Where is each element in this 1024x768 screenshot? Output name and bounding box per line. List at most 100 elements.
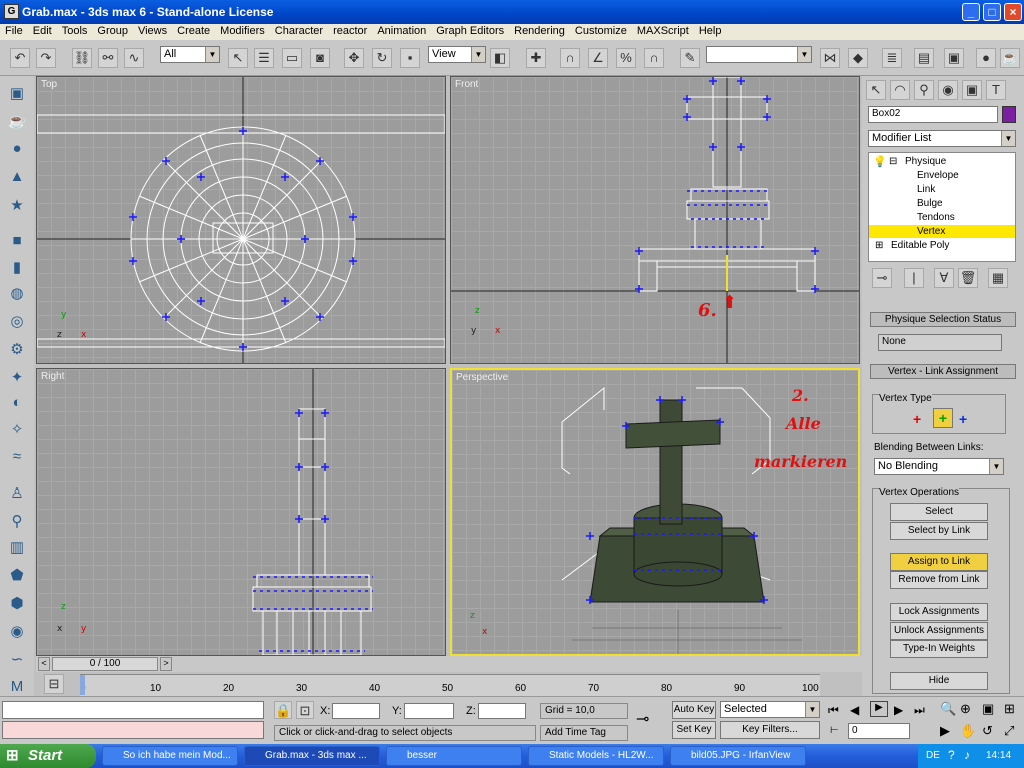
hide-button[interactable]: Hide: [890, 672, 988, 690]
display-tab-icon[interactable]: ▣: [962, 80, 982, 100]
menu-customize[interactable]: Customize: [570, 24, 632, 37]
skin-icon[interactable]: ▥: [6, 538, 28, 558]
next-key-icon[interactable]: ▶: [894, 703, 903, 717]
helper-icon[interactable]: ✧: [6, 420, 28, 440]
rotate-icon[interactable]: ↻: [372, 48, 392, 68]
undo-icon[interactable]: ↶: [10, 48, 30, 68]
select-by-link-button[interactable]: Select by Link: [890, 522, 988, 540]
menu-edit[interactable]: Edit: [28, 24, 57, 37]
rope-icon[interactable]: ∽: [6, 650, 28, 670]
menu-character[interactable]: Character: [270, 24, 328, 37]
help-icon[interactable]: ?: [948, 748, 955, 762]
maxscript-output-field[interactable]: [2, 721, 264, 739]
zoom-icon[interactable]: 🔍: [940, 701, 956, 717]
select-object-icon[interactable]: ↖: [228, 48, 248, 68]
auto-key-button[interactable]: Auto Key: [672, 701, 716, 719]
spinner-snap-icon[interactable]: ∩: [644, 48, 664, 68]
menu-rendering[interactable]: Rendering: [509, 24, 570, 37]
move-icon[interactable]: ✥: [344, 48, 364, 68]
make-unique-icon[interactable]: ∀: [934, 268, 954, 288]
root-vertex-icon[interactable]: +: [959, 411, 967, 427]
goto-start-icon[interactable]: ⏮: [828, 703, 839, 718]
cone-icon[interactable]: ▲: [6, 168, 28, 188]
viewport-right[interactable]: Right zyx: [36, 368, 446, 656]
task-forum-post[interactable]: So ich habe mein Mod...: [102, 746, 238, 766]
create-box-icon[interactable]: ▣: [6, 84, 28, 104]
scale-icon[interactable]: ▪: [400, 48, 420, 68]
task-firefox[interactable]: Static Models - HL2W...: [528, 746, 664, 766]
menu-graph-editors[interactable]: Graph Editors: [431, 24, 509, 37]
schematic-view-icon[interactable]: ▣: [944, 48, 964, 68]
blending-dropdown[interactable]: No Blending ▼: [874, 458, 1004, 475]
edit-named-selection-icon[interactable]: ✎: [680, 48, 700, 68]
reactor-icon[interactable]: ◉: [6, 622, 28, 642]
app-icon[interactable]: G: [4, 4, 19, 19]
layer-manager-icon[interactable]: ≣: [882, 48, 902, 68]
current-frame-field[interactable]: 0: [848, 723, 910, 739]
torus-icon[interactable]: ◎: [6, 312, 28, 332]
bind-space-warp-icon[interactable]: ∿: [124, 48, 144, 68]
track-bar-icon[interactable]: ⊟: [44, 674, 64, 694]
key-mode-icon[interactable]: ⊢: [830, 725, 839, 736]
zoom-extents-all-icon[interactable]: ⊞: [1004, 701, 1015, 717]
max-logo-icon[interactable]: M: [6, 678, 28, 698]
select-and-link-icon[interactable]: ⛓: [72, 48, 92, 68]
light-icon[interactable]: ✦: [6, 368, 28, 388]
menu-help[interactable]: Help: [694, 24, 727, 37]
remove-modifier-icon[interactable]: 🗑: [958, 268, 978, 288]
biped-icon[interactable]: ♙: [6, 484, 28, 504]
menu-modifiers[interactable]: Modifiers: [215, 24, 270, 37]
minimize-button[interactable]: _: [962, 3, 980, 21]
utilities-tab-icon[interactable]: T: [986, 80, 1006, 100]
menu-animation[interactable]: Animation: [372, 24, 431, 37]
start-button[interactable]: ⊞ Start: [0, 744, 96, 768]
bone-icon[interactable]: ⚲: [6, 512, 28, 532]
stack-link[interactable]: Link: [917, 184, 935, 195]
object-color-swatch[interactable]: [1002, 106, 1016, 123]
key-selection-dropdown[interactable]: Selected ▼: [720, 701, 820, 718]
menu-create[interactable]: Create: [172, 24, 215, 37]
sphere-icon[interactable]: ●: [6, 140, 28, 160]
teapot-icon[interactable]: ☕: [6, 112, 28, 132]
arc-rotate-icon[interactable]: ↺: [982, 723, 993, 739]
prev-frame-icon[interactable]: <: [38, 657, 50, 671]
menu-reactor[interactable]: reactor: [328, 24, 372, 37]
deformable-vertex-icon[interactable]: +: [933, 408, 953, 428]
language-indicator[interactable]: DE: [926, 750, 940, 761]
track-bar-ruler[interactable]: 0 10 20 30 40 50 60 70 80 90 100: [80, 674, 820, 696]
reference-coordinate-dropdown[interactable]: View ▼: [428, 46, 486, 63]
task-folder-besser[interactable]: besser: [386, 746, 522, 766]
stack-vertex[interactable]: Vertex: [917, 226, 945, 237]
close-button[interactable]: ×: [1004, 3, 1022, 21]
pivot-center-icon[interactable]: ◧: [490, 48, 510, 68]
zoom-extents-icon[interactable]: ▣: [982, 701, 994, 717]
modifier-list-dropdown[interactable]: Modifier List ▼: [868, 130, 1016, 147]
pan-icon[interactable]: ✋: [960, 723, 976, 739]
task-3dsmax[interactable]: Grab.max - 3ds max ...: [244, 746, 380, 766]
remove-from-link-button[interactable]: Remove from Link: [890, 571, 988, 589]
absolute-mode-icon[interactable]: ⊡: [296, 701, 314, 719]
y-coordinate-field[interactable]: [404, 703, 454, 719]
stack-physique[interactable]: Physique: [905, 156, 946, 167]
type-in-weights-button[interactable]: Type-In Weights: [890, 640, 988, 658]
time-slider-thumb[interactable]: 0 / 100: [52, 657, 158, 671]
show-end-result-icon[interactable]: |: [904, 268, 924, 288]
curve-editor-icon[interactable]: ▤: [914, 48, 934, 68]
add-time-tag-button[interactable]: Add Time Tag: [540, 725, 628, 741]
select-button[interactable]: Select: [890, 503, 988, 521]
star-icon[interactable]: ★: [6, 196, 28, 216]
key-icon[interactable]: ⊸: [636, 709, 649, 729]
tube-icon[interactable]: ◍: [6, 284, 28, 304]
volume-icon[interactable]: ♪: [964, 748, 970, 762]
vertex-link-assignment-title[interactable]: Vertex - Link Assignment: [870, 364, 1016, 379]
maximize-viewport-icon[interactable]: ⤢: [1004, 723, 1014, 739]
gear-icon[interactable]: ⚙: [6, 340, 28, 360]
set-key-button[interactable]: Set Key: [672, 721, 716, 739]
stack-tendons[interactable]: Tendons: [917, 212, 955, 223]
angle-snap-icon[interactable]: ∠: [588, 48, 608, 68]
collapse-icon[interactable]: ⊟: [889, 156, 897, 167]
time-slider-track[interactable]: < 0 / 100 >: [36, 656, 862, 672]
mirror-icon[interactable]: ⋈: [820, 48, 840, 68]
create-tab-icon[interactable]: ↖: [866, 80, 886, 100]
viewport-perspective[interactable]: Perspective z x: [450, 368, 860, 656]
